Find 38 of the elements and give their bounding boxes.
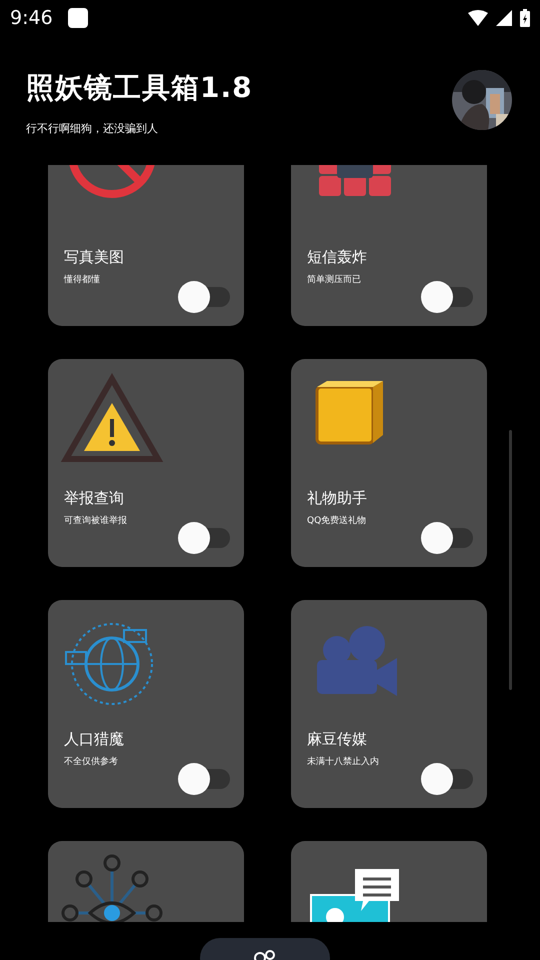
toggle-switch[interactable] <box>178 522 230 554</box>
tool-description: 未满十八禁止入内 <box>307 756 380 768</box>
tool-card[interactable]: 举报查询 可查询被谁举报 <box>48 359 244 567</box>
warning-icon <box>60 372 164 462</box>
globe-icon <box>65 623 153 705</box>
app-title: 照妖镜工具箱1.8 <box>26 70 253 106</box>
tool-card[interactable]: 麻豆传媒 未满十八禁止入内 <box>291 600 487 808</box>
toggle-switch[interactable] <box>178 281 230 313</box>
app-icon <box>66 6 89 28</box>
toggle-switch[interactable] <box>421 763 473 795</box>
tool-card[interactable]: 人口猎魔 不全仅供参考 <box>48 600 244 808</box>
toggle-switch[interactable] <box>421 522 473 554</box>
toggle-switch[interactable] <box>421 281 473 313</box>
tool-description: 简单测压而已 <box>307 274 362 286</box>
battery-icon <box>520 8 530 26</box>
no-entry-icon <box>68 165 156 198</box>
tool-description: 不全仅供参考 <box>64 756 119 768</box>
tool-title: 麻豆传媒 <box>307 730 368 749</box>
tool-card[interactable]: 短信轰炸 简单测压而已 <box>291 165 487 326</box>
tool-card[interactable]: 写真美图 懂得都懂 <box>48 165 244 326</box>
toggle-switch[interactable] <box>178 763 230 795</box>
tool-title: 举报查询 <box>64 489 125 508</box>
tool-description: QQ免费送礼物 <box>307 514 368 527</box>
tool-description: 可查询被谁举报 <box>64 514 128 527</box>
video-camera-icon <box>317 626 397 696</box>
tool-title: 短信轰炸 <box>307 248 368 267</box>
tool-description: 懂得都懂 <box>64 274 101 286</box>
wifi-icon <box>468 10 488 26</box>
tool-card[interactable]: 礼物助手 QQ免费送礼物 <box>291 359 487 567</box>
tool-title: 人口猎魔 <box>64 730 125 749</box>
tool-title: 写真美图 <box>64 248 125 267</box>
tool-title: 礼物助手 <box>307 489 368 508</box>
status-time: 9:46 <box>10 6 53 28</box>
person-chat-icon <box>310 869 399 922</box>
dynamite-icon <box>319 165 391 196</box>
app-subtitle: 行不行啊细狗，还没骗到人 <box>26 121 159 136</box>
signal-icon <box>496 10 512 26</box>
eye-network-icon <box>62 854 162 922</box>
